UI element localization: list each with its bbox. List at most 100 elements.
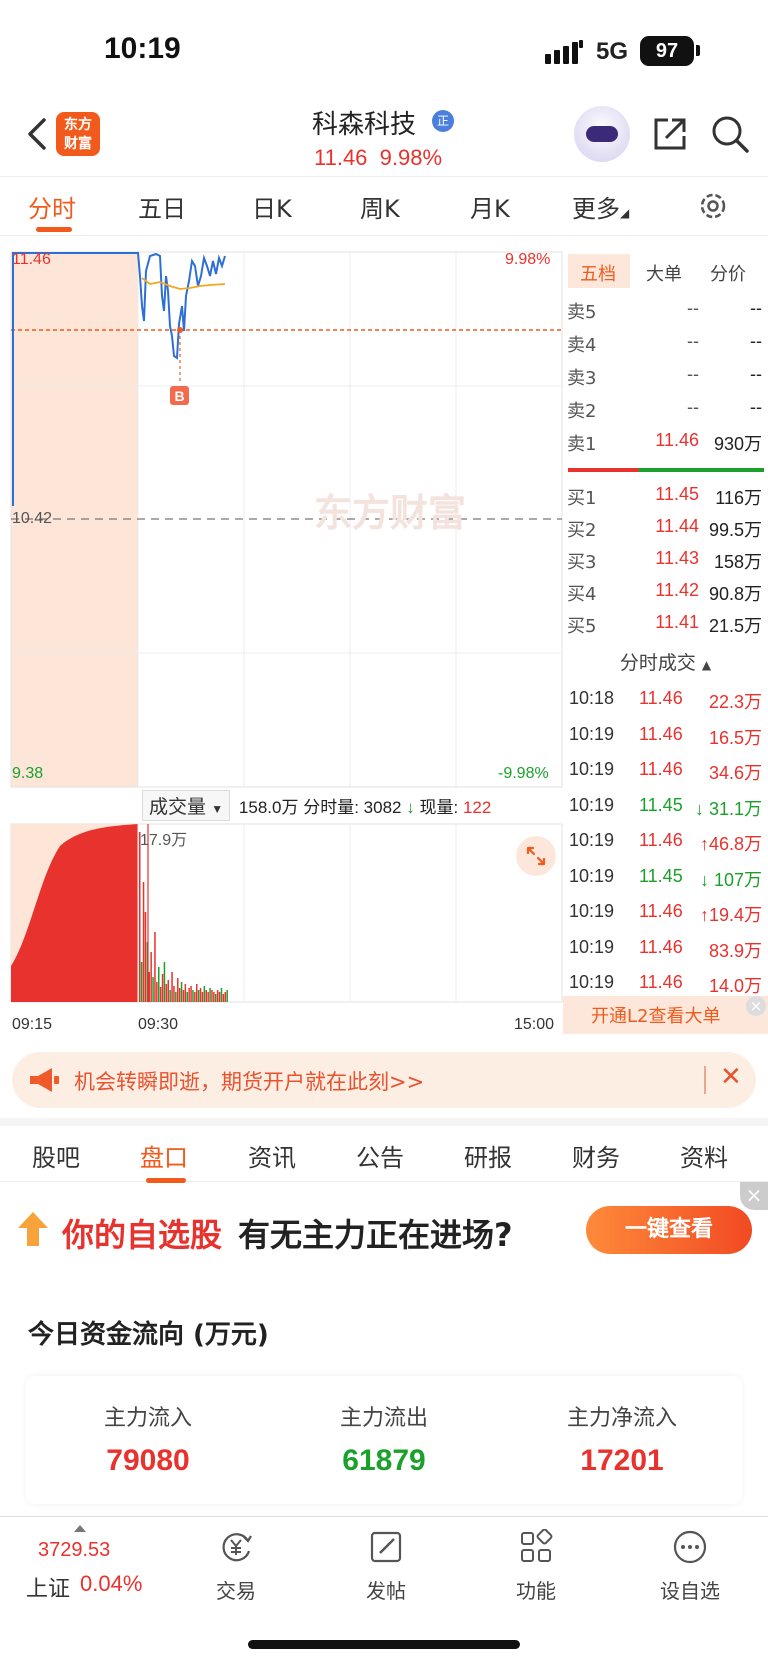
level-volume: 99.5万	[708, 520, 762, 540]
fund-flow-card: 主力流入 79080 主力流出 61879 主力净流入 17201	[26, 1376, 742, 1504]
ask-row[interactable]: 卖3 -- --	[563, 360, 768, 392]
assistant-robot-icon[interactable]	[574, 106, 630, 162]
tab-forum[interactable]: 股吧	[32, 1138, 80, 1173]
tick-row: 10:19 11.46 ↑46.8万	[563, 824, 768, 859]
price-line: 11.46 9.98%	[314, 145, 442, 171]
outflow-value: 61879	[342, 1444, 426, 1477]
average-price-line	[141, 277, 226, 290]
volume-bar	[159, 987, 162, 1002]
tab-big-orders[interactable]: 大单	[646, 260, 682, 286]
close-icon[interactable]: ✕	[720, 1062, 742, 1092]
tab-intraday[interactable]: 分时	[28, 189, 76, 224]
close-icon[interactable]: ×	[740, 1182, 768, 1210]
index-value[interactable]: 3729.53	[38, 1539, 110, 1562]
tick-time: 10:19	[569, 830, 615, 850]
l2-upgrade-banner[interactable]: 开通L2查看大单 ×	[563, 996, 768, 1034]
bid-row[interactable]: 买2 11.44 99.5万	[563, 512, 768, 544]
level-volume: --	[750, 331, 762, 351]
tab-profile[interactable]: 资料	[680, 1138, 728, 1173]
level-label: 买4	[567, 584, 597, 605]
tab-five-level[interactable]: 五档	[580, 260, 616, 286]
back-arrow-icon[interactable]	[22, 114, 52, 154]
level-label: 买1	[567, 488, 597, 509]
battery-tip	[696, 45, 700, 56]
check-now-button[interactable]: 一键查看	[586, 1206, 752, 1254]
volume-bar	[175, 992, 177, 1002]
time-label-start: 09:15	[12, 1016, 53, 1033]
functions-button[interactable]: 功能	[496, 1528, 576, 1604]
verified-badge: 正	[432, 110, 454, 132]
search-icon[interactable]	[710, 114, 750, 154]
expand-icon[interactable]	[516, 836, 556, 876]
tick-volume: 83.9万	[708, 940, 762, 961]
volume-bars	[139, 832, 228, 1002]
tab-more[interactable]: 更多◢	[572, 189, 629, 224]
tab-research[interactable]: 研报	[464, 1138, 512, 1173]
ask-row[interactable]: 卖2 -- --	[563, 393, 768, 425]
price-high-label: 11.46	[12, 251, 51, 268]
tab-daily-k[interactable]: 日K	[252, 189, 292, 224]
volume-bar	[139, 832, 141, 1002]
settings-gear-icon[interactable]	[696, 189, 730, 223]
tick-trades-header[interactable]: 分时成交 ▲	[563, 648, 768, 678]
fund-flow-title: 今日资金流向 (万元)	[28, 1320, 269, 1350]
price-low-label: 9.38	[12, 765, 44, 782]
post-button[interactable]: 发帖	[346, 1529, 426, 1604]
volume-bar	[201, 992, 204, 1002]
tab-weekly-k[interactable]: 周K	[360, 189, 400, 224]
ask-row[interactable]: 卖1 11.46 930万	[563, 426, 768, 458]
bid-row[interactable]: 买4 11.42 90.8万	[563, 576, 768, 608]
volume-bar	[220, 988, 223, 1002]
level-volume: --	[750, 397, 762, 417]
volume-select-label: 成交量	[149, 797, 207, 818]
post-label: 发帖	[366, 1579, 406, 1603]
level-price: --	[687, 364, 699, 384]
index-name[interactable]: 上证	[26, 1571, 70, 1603]
grid-apps-icon	[521, 1528, 553, 1562]
add-watchlist-button[interactable]: 设自选	[650, 1529, 730, 1604]
tab-news[interactable]: 资讯	[248, 1138, 296, 1173]
tab-announcements[interactable]: 公告	[356, 1138, 404, 1173]
content-tabs: 股吧 盘口 资讯 公告 研报 财务 资料	[0, 1118, 768, 1183]
volume-bar	[184, 984, 187, 1002]
caret-up-icon[interactable]	[74, 1525, 86, 1532]
volume-toolbar: 成交量 ▼ 158.0万 分时量: 3082 ↓ 现量: 122	[142, 790, 491, 821]
level-volume: --	[750, 364, 762, 384]
bid-row[interactable]: 买3 11.43 158万	[563, 544, 768, 576]
tick-time: 10:19	[569, 723, 615, 744]
volume-bar	[142, 882, 145, 1002]
volume-bar	[226, 990, 228, 1002]
level-price: 11.41	[655, 612, 699, 632]
tick-time: 10:19	[569, 972, 615, 992]
tick-volume-label: 分时量:	[303, 798, 359, 817]
trade-button[interactable]: 交易	[196, 1529, 276, 1604]
index-change[interactable]: 0.04%	[80, 1571, 142, 1597]
feature-subtitle: 有无主力正在进场?	[238, 1216, 513, 1254]
tick-price: 11.46	[639, 901, 683, 921]
bid-row[interactable]: 买1 11.45 116万	[563, 480, 768, 512]
volume-bar	[203, 986, 206, 1002]
tab-monthly-k[interactable]: 月K	[470, 189, 510, 224]
level-label: 卖2	[567, 401, 597, 422]
level-label: 买3	[567, 552, 597, 573]
add-watchlist-label: 设自选	[660, 1579, 720, 1603]
inflow-value: 79080	[106, 1444, 190, 1477]
tab-market-depth[interactable]: 盘口	[140, 1138, 188, 1173]
tab-five-day[interactable]: 五日	[138, 189, 186, 224]
volume-indicator-select[interactable]: 成交量 ▼	[142, 790, 231, 821]
ask-row[interactable]: 卖4 -- --	[563, 327, 768, 359]
net-inflow-label: 主力净流入	[566, 1406, 677, 1431]
bid-row[interactable]: 买5 11.41 21.5万	[563, 608, 768, 640]
promo-banner[interactable]: 机会转瞬即逝，期货开户就在此刻>> ✕	[12, 1052, 756, 1108]
volume-bar	[156, 982, 158, 1002]
level-volume: 930万	[713, 434, 762, 454]
inflow-label: 主力流入	[103, 1406, 192, 1431]
volume-bar	[150, 952, 152, 1002]
tab-price-distribution[interactable]: 分价	[710, 260, 746, 286]
tick-row: 10:19 11.45 ↓ 107万	[563, 860, 768, 895]
volume-bar	[211, 990, 213, 1002]
ask-row[interactable]: 卖5 -- --	[563, 294, 768, 326]
share-icon[interactable]	[650, 114, 690, 154]
tab-financials[interactable]: 财务	[572, 1138, 620, 1173]
tick-time: 10:19	[569, 936, 615, 957]
